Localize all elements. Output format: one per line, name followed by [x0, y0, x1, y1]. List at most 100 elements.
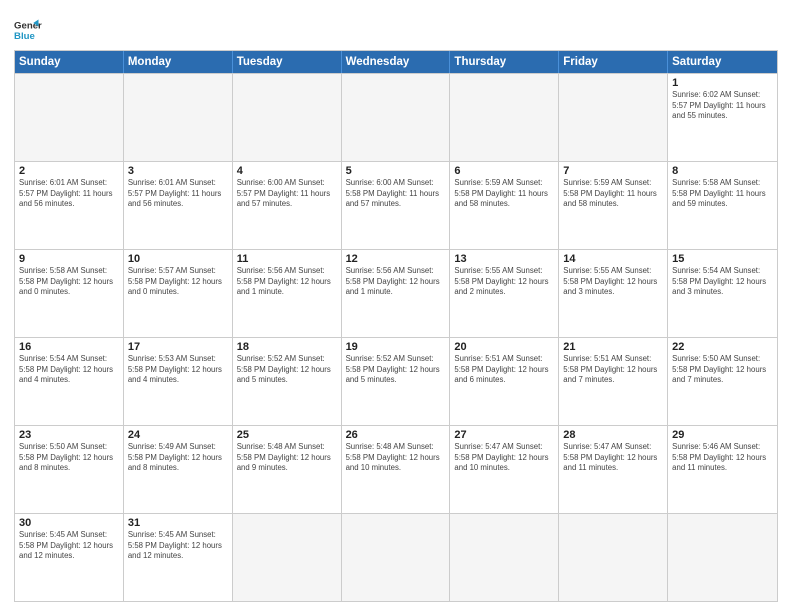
day-cell-8: 8Sunrise: 5:58 AM Sunset: 5:58 PM Daylig… [668, 162, 777, 249]
calendar-week-5: 30 Sunrise: 5:45 AM Sunset: 5:58 PM Dayli… [15, 513, 777, 601]
day-number: 11 [237, 253, 337, 265]
day-number: 30 [19, 517, 119, 529]
day-cell-27: 27Sunrise: 5:47 AM Sunset: 5:58 PM Dayli… [450, 426, 559, 513]
calendar-week-2: 9Sunrise: 5:58 AM Sunset: 5:58 PM Daylig… [15, 249, 777, 337]
day-number: 14 [563, 253, 663, 265]
empty-cell [233, 74, 342, 161]
empty-cell [342, 514, 451, 601]
empty-cell [233, 514, 342, 601]
calendar-header: SundayMondayTuesdayWednesdayThursdayFrid… [15, 51, 777, 73]
day-cell-23: 23Sunrise: 5:50 AM Sunset: 5:58 PM Dayli… [15, 426, 124, 513]
empty-cell [450, 514, 559, 601]
day-number: 2 [19, 165, 119, 177]
day-number: 5 [346, 165, 446, 177]
cell-info: Sunrise: 5:53 AM Sunset: 5:58 PM Dayligh… [128, 354, 228, 386]
day-cell-14: 14Sunrise: 5:55 AM Sunset: 5:58 PM Dayli… [559, 250, 668, 337]
day-number: 26 [346, 429, 446, 441]
cell-info: Sunrise: 6:00 AM Sunset: 5:57 PM Dayligh… [237, 178, 337, 210]
day-cell-13: 13Sunrise: 5:55 AM Sunset: 5:58 PM Dayli… [450, 250, 559, 337]
cell-info: Sunrise: 5:51 AM Sunset: 5:58 PM Dayligh… [563, 354, 663, 386]
day-cell-4: 4Sunrise: 6:00 AM Sunset: 5:57 PM Daylig… [233, 162, 342, 249]
day-number: 1 [672, 77, 773, 89]
day-cell-11: 11Sunrise: 5:56 AM Sunset: 5:58 PM Dayli… [233, 250, 342, 337]
day-number: 9 [19, 253, 119, 265]
empty-cell [559, 514, 668, 601]
cell-info: Sunrise: 5:54 AM Sunset: 5:58 PM Dayligh… [672, 266, 773, 298]
day-number: 18 [237, 341, 337, 353]
calendar-week-1: 2Sunrise: 6:01 AM Sunset: 5:57 PM Daylig… [15, 161, 777, 249]
day-number: 10 [128, 253, 228, 265]
day-cell-31: 31Sunrise: 5:45 AM Sunset: 5:58 PM Dayli… [124, 514, 233, 601]
cell-info: Sunrise: 5:52 AM Sunset: 5:58 PM Dayligh… [346, 354, 446, 386]
weekday-header-sunday: Sunday [15, 51, 124, 73]
generalblue-logo-icon: General Blue [14, 16, 42, 44]
cell-info: Sunrise: 5:59 AM Sunset: 5:58 PM Dayligh… [563, 178, 663, 210]
calendar-week-0: 1Sunrise: 6:02 AM Sunset: 5:57 PM Daylig… [15, 73, 777, 161]
day-number: 12 [346, 253, 446, 265]
cell-info: Sunrise: 5:45 AM Sunset: 5:58 PM Dayligh… [128, 530, 228, 562]
cell-info: Sunrise: 5:58 AM Sunset: 5:58 PM Dayligh… [19, 266, 119, 298]
cell-info: Sunrise: 5:50 AM Sunset: 5:58 PM Dayligh… [672, 354, 773, 386]
day-cell-28: 28Sunrise: 5:47 AM Sunset: 5:58 PM Dayli… [559, 426, 668, 513]
day-cell-7: 7Sunrise: 5:59 AM Sunset: 5:58 PM Daylig… [559, 162, 668, 249]
day-number: 15 [672, 253, 773, 265]
calendar-week-3: 16Sunrise: 5:54 AM Sunset: 5:58 PM Dayli… [15, 337, 777, 425]
weekday-header-thursday: Thursday [450, 51, 559, 73]
day-cell-5: 5Sunrise: 6:00 AM Sunset: 5:58 PM Daylig… [342, 162, 451, 249]
day-number: 20 [454, 341, 554, 353]
day-cell-20: 20Sunrise: 5:51 AM Sunset: 5:58 PM Dayli… [450, 338, 559, 425]
day-number: 13 [454, 253, 554, 265]
cell-info: Sunrise: 6:00 AM Sunset: 5:58 PM Dayligh… [346, 178, 446, 210]
day-number: 17 [128, 341, 228, 353]
day-cell-22: 22Sunrise: 5:50 AM Sunset: 5:58 PM Dayli… [668, 338, 777, 425]
calendar: SundayMondayTuesdayWednesdayThursdayFrid… [14, 50, 778, 602]
day-number: 25 [237, 429, 337, 441]
day-cell-30: 30Sunrise: 5:45 AM Sunset: 5:58 PM Dayli… [15, 514, 124, 601]
day-cell-18: 18Sunrise: 5:52 AM Sunset: 5:58 PM Dayli… [233, 338, 342, 425]
day-number: 19 [346, 341, 446, 353]
logo: General Blue [14, 16, 42, 44]
day-number: 31 [128, 517, 228, 529]
day-number: 8 [672, 165, 773, 177]
day-number: 7 [563, 165, 663, 177]
cell-info: Sunrise: 5:55 AM Sunset: 5:58 PM Dayligh… [563, 266, 663, 298]
day-cell-9: 9Sunrise: 5:58 AM Sunset: 5:58 PM Daylig… [15, 250, 124, 337]
day-number: 28 [563, 429, 663, 441]
cell-info: Sunrise: 5:56 AM Sunset: 5:58 PM Dayligh… [346, 266, 446, 298]
empty-cell [559, 74, 668, 161]
calendar-week-4: 23Sunrise: 5:50 AM Sunset: 5:58 PM Dayli… [15, 425, 777, 513]
cell-info: Sunrise: 5:59 AM Sunset: 5:58 PM Dayligh… [454, 178, 554, 210]
page: General Blue SundayMondayTuesdayWednesda… [0, 0, 792, 612]
day-number: 16 [19, 341, 119, 353]
empty-cell [124, 74, 233, 161]
day-cell-17: 17Sunrise: 5:53 AM Sunset: 5:58 PM Dayli… [124, 338, 233, 425]
day-number: 21 [563, 341, 663, 353]
day-number: 29 [672, 429, 773, 441]
cell-info: Sunrise: 5:48 AM Sunset: 5:58 PM Dayligh… [237, 442, 337, 474]
cell-info: Sunrise: 5:48 AM Sunset: 5:58 PM Dayligh… [346, 442, 446, 474]
day-number: 4 [237, 165, 337, 177]
cell-info: Sunrise: 5:47 AM Sunset: 5:58 PM Dayligh… [563, 442, 663, 474]
cell-info: Sunrise: 6:02 AM Sunset: 5:57 PM Dayligh… [672, 90, 773, 122]
day-cell-19: 19Sunrise: 5:52 AM Sunset: 5:58 PM Dayli… [342, 338, 451, 425]
day-cell-12: 12Sunrise: 5:56 AM Sunset: 5:58 PM Dayli… [342, 250, 451, 337]
cell-info: Sunrise: 5:46 AM Sunset: 5:58 PM Dayligh… [672, 442, 773, 474]
svg-text:Blue: Blue [14, 31, 35, 42]
cell-info: Sunrise: 6:01 AM Sunset: 5:57 PM Dayligh… [128, 178, 228, 210]
cell-info: Sunrise: 5:50 AM Sunset: 5:58 PM Dayligh… [19, 442, 119, 474]
empty-cell [450, 74, 559, 161]
day-cell-3: 3Sunrise: 6:01 AM Sunset: 5:57 PM Daylig… [124, 162, 233, 249]
cell-info: Sunrise: 5:49 AM Sunset: 5:58 PM Dayligh… [128, 442, 228, 474]
weekday-header-monday: Monday [124, 51, 233, 73]
day-number: 3 [128, 165, 228, 177]
cell-info: Sunrise: 5:58 AM Sunset: 5:58 PM Dayligh… [672, 178, 773, 210]
cell-info: Sunrise: 5:54 AM Sunset: 5:58 PM Dayligh… [19, 354, 119, 386]
cell-info: Sunrise: 6:01 AM Sunset: 5:57 PM Dayligh… [19, 178, 119, 210]
day-cell-15: 15Sunrise: 5:54 AM Sunset: 5:58 PM Dayli… [668, 250, 777, 337]
calendar-body: 1Sunrise: 6:02 AM Sunset: 5:57 PM Daylig… [15, 73, 777, 601]
empty-cell [15, 74, 124, 161]
empty-cell [342, 74, 451, 161]
cell-info: Sunrise: 5:56 AM Sunset: 5:58 PM Dayligh… [237, 266, 337, 298]
day-cell-24: 24Sunrise: 5:49 AM Sunset: 5:58 PM Dayli… [124, 426, 233, 513]
cell-info: Sunrise: 5:55 AM Sunset: 5:58 PM Dayligh… [454, 266, 554, 298]
